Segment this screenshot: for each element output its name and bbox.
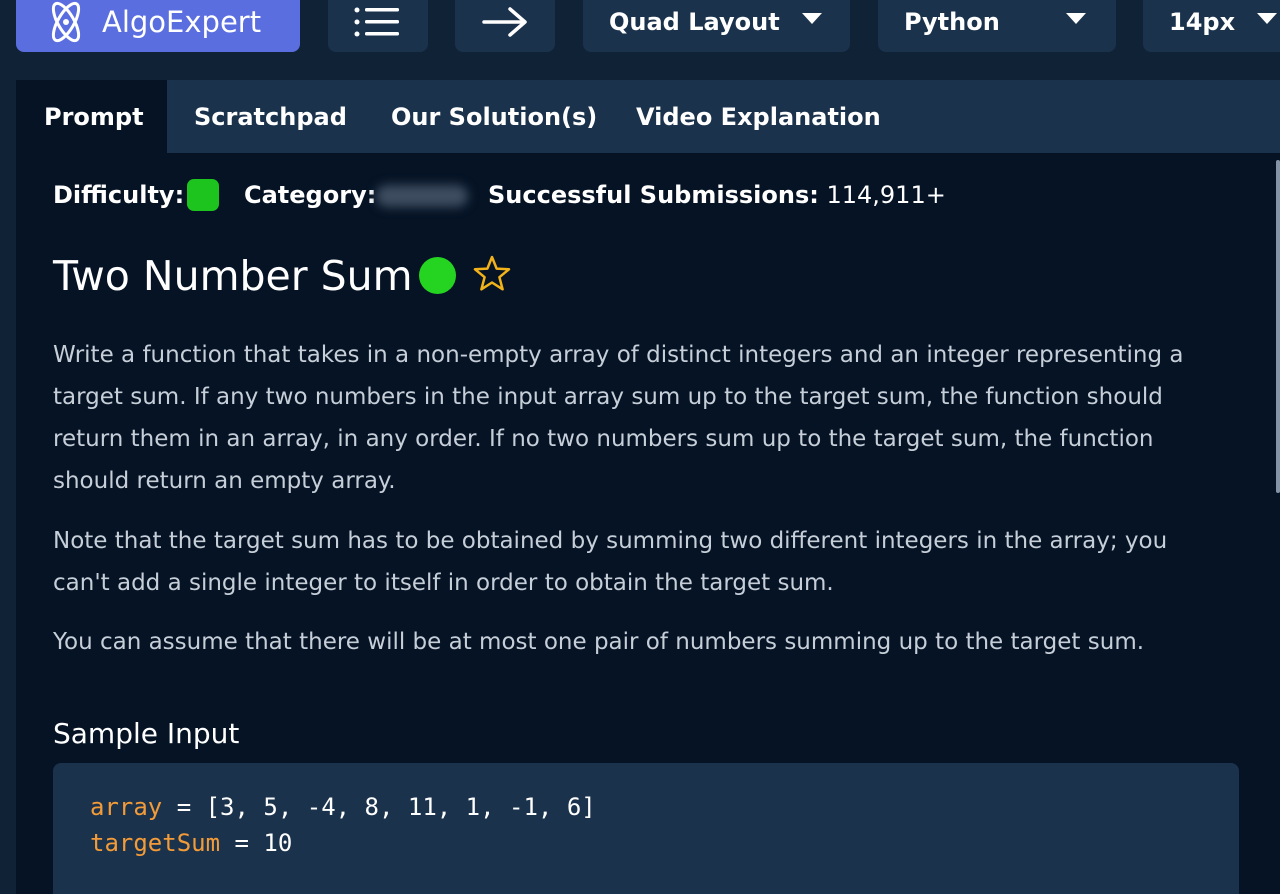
algoexpert-logo-button[interactable]: AlgoExpert <box>16 0 300 52</box>
prompt-paragraph: You can assume that there will be at mos… <box>53 629 1145 655</box>
font-size-dropdown[interactable]: 14px <box>1143 0 1280 52</box>
caret-down-icon <box>1066 13 1086 24</box>
difficulty-dot <box>419 257 456 294</box>
prompt-panel: Prompt Scratchpad Our Solution(s) Video … <box>16 80 1280 894</box>
question-title: Two Number Sum <box>53 252 413 300</box>
submissions-count: 114,911+ <box>826 181 946 209</box>
difficulty-easy-badge <box>187 179 219 211</box>
code-value: = [3, 5, -4, 8, 11, 1, -1, 6] <box>162 793 596 821</box>
star-icon[interactable] <box>472 254 512 294</box>
difficulty-label: Difficulty: <box>53 181 185 209</box>
scrollbar[interactable] <box>1276 160 1280 493</box>
submissions-label: Successful Submissions: <box>488 181 819 209</box>
sample-input-code: array = [3, 5, -4, 8, 11, 1, -1, 6] targ… <box>53 763 1239 894</box>
category-label: Category: <box>244 181 377 209</box>
language-dropdown[interactable]: Python <box>878 0 1116 52</box>
sample-input-title: Sample Input <box>53 717 240 750</box>
layout-dropdown[interactable]: Quad Layout <box>583 0 850 52</box>
category-value-hidden[interactable] <box>376 185 468 207</box>
code-value: = 10 <box>220 829 293 857</box>
layout-dropdown-label: Quad Layout <box>609 8 780 36</box>
panel-tabs: Prompt Scratchpad Our Solution(s) Video … <box>16 80 1280 153</box>
next-question-button[interactable] <box>455 0 555 52</box>
prompt-paragraph: Note that the target sum has to be obtai… <box>53 528 1168 596</box>
code-variable: array <box>90 793 163 821</box>
question-list-button[interactable] <box>328 0 428 52</box>
language-dropdown-label: Python <box>904 8 1000 36</box>
atom-logo-icon <box>51 1 81 43</box>
tab-our-solutions[interactable]: Our Solution(s) <box>391 80 597 153</box>
top-toolbar: AlgoExpert Quad Layout Python 14px <box>0 0 1280 62</box>
code-variable: targetSum <box>90 829 221 857</box>
tab-video-explanation[interactable]: Video Explanation <box>636 80 881 153</box>
prompt-paragraph: Write a function that takes in a non-emp… <box>53 342 1184 494</box>
font-size-dropdown-label: 14px <box>1169 8 1236 36</box>
tab-prompt[interactable]: Prompt <box>16 80 167 153</box>
code-line: targetSum = 10 <box>90 829 292 857</box>
successful-submissions: Successful Submissions: 114,911+ <box>488 181 946 209</box>
list-icon <box>354 7 399 37</box>
logo-text: AlgoExpert <box>102 5 262 39</box>
tab-scratchpad[interactable]: Scratchpad <box>194 80 347 153</box>
caret-down-icon <box>1257 13 1277 24</box>
code-line: array = [3, 5, -4, 8, 11, 1, -1, 6] <box>90 793 596 821</box>
arrow-right-icon <box>482 7 527 37</box>
caret-down-icon <box>802 13 822 24</box>
